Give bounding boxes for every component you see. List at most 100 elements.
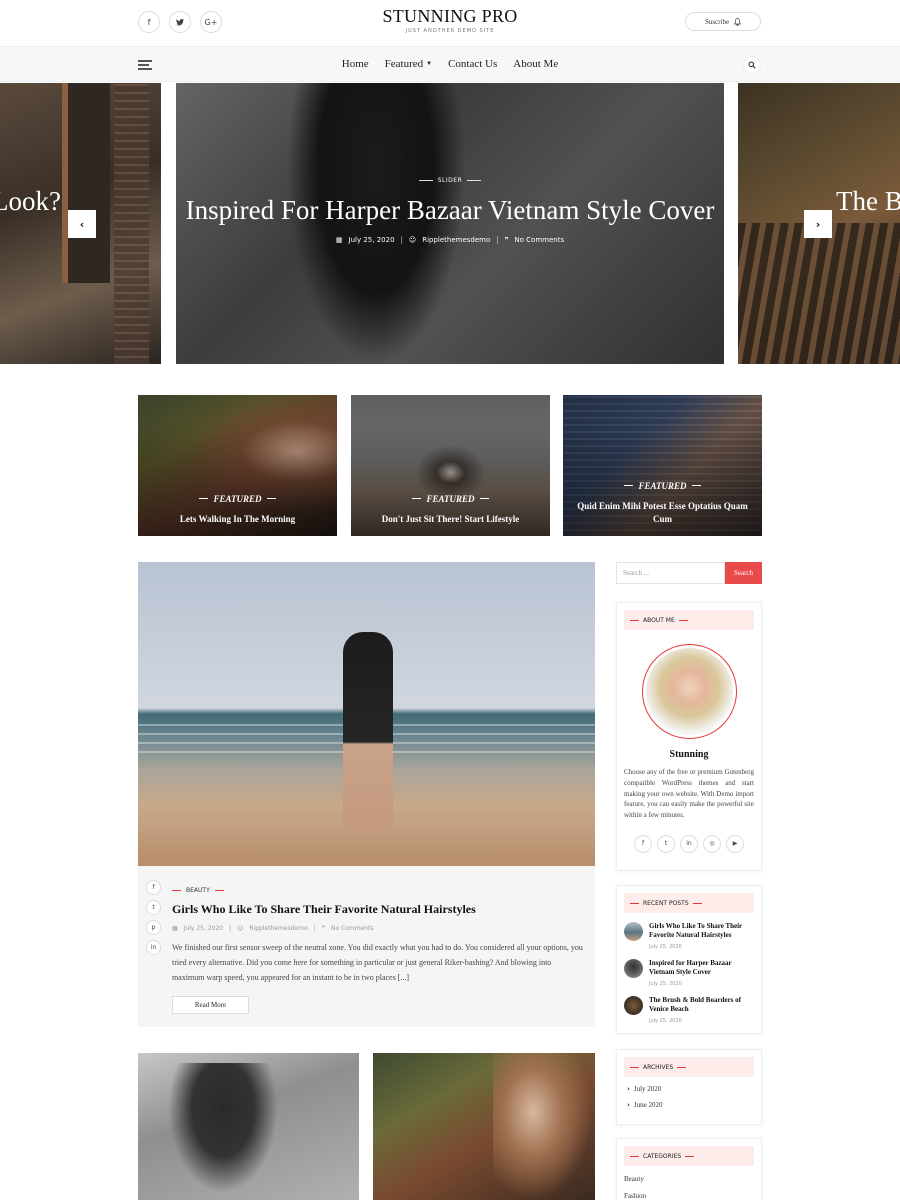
post-comments[interactable]: No Comments (331, 925, 374, 932)
slide-content: SLIDER Inspired For Harper Bazaar Vietna… (176, 168, 724, 244)
comment-icon: ❞ (321, 925, 325, 932)
post-author[interactable]: Ripplethemesdemo (249, 925, 307, 932)
main-navigation: Home Featured ▼ Contact Us About Me (0, 46, 900, 82)
sidebar-search-input[interactable]: Search ... (616, 562, 725, 584)
slide-comments[interactable]: No Comments (514, 236, 564, 244)
slide-category[interactable]: SLIDER (419, 177, 482, 184)
site-branding: STUNNING PRO JUST ANOTHER DEMO SITE (0, 6, 900, 34)
nav-item-about-me[interactable]: About Me (513, 58, 558, 70)
chevron-right-icon: › (815, 217, 821, 231)
subscribe-label: Suscribe (704, 17, 730, 26)
recent-post-title[interactable]: Girls Who Like To Share Their Favorite N… (649, 922, 754, 940)
bell-icon (734, 17, 742, 26)
featured-title[interactable]: Quid Enim Mihi Potest Esse Optatius Quam… (571, 500, 754, 526)
post-grid-card[interactable] (138, 1053, 359, 1200)
read-more-button[interactable]: Read More (172, 996, 249, 1014)
youtube-icon[interactable]: ▶ (726, 834, 744, 853)
recent-post-item[interactable]: Inspired for Harper Bazaar Vietnam Style… (624, 959, 754, 987)
post-featured-image[interactable] (138, 562, 595, 866)
site-title[interactable]: STUNNING PRO (0, 6, 900, 27)
sidebar-search-form: Search ... Search (616, 562, 762, 584)
linkedin-icon[interactable]: in (680, 834, 698, 853)
archive-link[interactable]: › July 2020 (624, 1085, 754, 1093)
featured-card[interactable]: FEATURED Lets Walking In The Morning (138, 395, 337, 536)
calendar-icon: ▦ (172, 925, 178, 932)
post-meta: ▦ July 25, 2020 | ☺ Ripplethemesdemo | ❞… (172, 925, 374, 932)
facebook-icon[interactable]: f (146, 880, 161, 895)
search-toggle-button[interactable] (743, 56, 761, 74)
slide-author[interactable]: Ripplethemesdemo (422, 236, 490, 244)
chevron-right-icon: › (627, 1085, 630, 1093)
featured-title[interactable]: Lets Walking In The Morning (146, 513, 329, 526)
archive-label: June 2020 (633, 1101, 663, 1109)
category-link[interactable]: Fashion (624, 1192, 754, 1200)
chevron-left-icon: ‹ (79, 217, 85, 231)
slider-prev-button[interactable]: ‹ (68, 210, 96, 238)
subscribe-button[interactable]: Suscribe (685, 12, 761, 31)
recent-post-date: July 25, 2020 (649, 1018, 682, 1024)
sidebar: Search ... Search ABOUT ME Stunning Choo… (616, 562, 762, 1200)
twitter-icon[interactable]: t (657, 834, 675, 853)
featured-card[interactable]: FEATURED Don't Just Sit There! Start Lif… (351, 395, 550, 536)
post-title[interactable]: Girls Who Like To Share Their Favorite N… (172, 902, 584, 917)
slide-title[interactable]: Inspired For Harper Bazaar Vietnam Style… (176, 192, 724, 228)
facebook-icon[interactable]: f (634, 834, 652, 853)
post-body: BEAUTY Girls Who Like To Share Their Fav… (172, 878, 584, 1014)
twitter-icon[interactable]: t (146, 900, 161, 915)
recent-posts-widget: RECENT POSTS Girls Who Like To Share The… (616, 885, 762, 1034)
recent-post-item[interactable]: The Brush & Bold Boarders of Venice Beac… (624, 996, 754, 1024)
nav-item-home[interactable]: Home (342, 58, 369, 70)
recent-post-title[interactable]: Inspired for Harper Bazaar Vietnam Style… (649, 959, 754, 977)
recent-post-thumbnail (624, 922, 643, 941)
recent-post-thumbnail (624, 959, 643, 978)
recent-post-date: July 25, 2020 (649, 981, 682, 987)
categories-widget: CATEGORIES Beauty Fashion (616, 1138, 762, 1200)
about-text: Choose any of the free or premium Gutenb… (624, 768, 754, 820)
archive-link[interactable]: › June 2020 (624, 1101, 754, 1109)
about-name: Stunning (669, 749, 709, 760)
widget-title: ABOUT ME (624, 610, 754, 630)
recent-post-title[interactable]: The Brush & Bold Boarders of Venice Beac… (649, 996, 754, 1014)
slide-meta: ▦ July 25, 2020 | ☺ Ripplethemesdemo | ❞… (335, 236, 565, 244)
featured-label: FEATURED (624, 481, 700, 491)
post-share-links: f t p in (146, 880, 161, 955)
pinterest-icon[interactable]: p (146, 920, 161, 935)
widget-title: RECENT POSTS (624, 893, 754, 913)
post-category[interactable]: BEAUTY (172, 887, 224, 894)
post-grid-card[interactable] (373, 1053, 595, 1200)
widget-title: ARCHIVES (624, 1057, 754, 1077)
sidebar-search-button[interactable]: Search (725, 562, 762, 584)
nav-item-featured-label: Featured (384, 58, 424, 70)
widget-title: CATEGORIES (624, 1146, 754, 1166)
featured-label: FEATURED (199, 494, 275, 504)
avatar (641, 644, 737, 739)
main-post: f t p in BEAUTY Girls Who Like To Share … (138, 562, 595, 1027)
instagram-icon[interactable]: ◎ (703, 834, 721, 853)
post-excerpt: We finished our first sensor sweep of th… (172, 943, 583, 982)
slide-date[interactable]: July 25, 2020 (349, 236, 395, 244)
site-header: f G+ STUNNING PRO JUST ANOTHER DEMO SITE… (0, 0, 900, 46)
recent-post-item[interactable]: Girls Who Like To Share Their Favorite N… (624, 922, 754, 950)
nav-item-contact-us[interactable]: Contact Us (448, 58, 497, 70)
slide-next-title: The B (836, 186, 900, 216)
chevron-right-icon: › (627, 1101, 630, 1109)
featured-label: FEATURED (412, 494, 488, 504)
user-icon: ☺ (237, 925, 244, 932)
comment-icon: ❞ (504, 236, 509, 244)
hero-slider: Look? The B SLIDER Inspired For Harper B… (0, 83, 900, 364)
about-social-links: f t in ◎ ▶ (624, 834, 754, 853)
category-link[interactable]: Beauty (624, 1175, 754, 1183)
post-date[interactable]: July 25, 2020 (184, 925, 223, 932)
slider-next-button[interactable]: › (804, 210, 832, 238)
recent-post-thumbnail (624, 996, 643, 1015)
recent-post-date: July 25, 2020 (649, 944, 682, 950)
nav-item-featured[interactable]: Featured ▼ (385, 58, 432, 70)
archives-widget: ARCHIVES › July 2020 › June 2020 (616, 1049, 762, 1125)
featured-card[interactable]: FEATURED Quid Enim Mihi Potest Esse Opta… (563, 395, 762, 536)
slide-previous-title: Look? (0, 186, 61, 216)
archive-label: July 2020 (633, 1085, 662, 1093)
primary-menu: Home Featured ▼ Contact Us About Me (0, 58, 900, 70)
linkedin-icon[interactable]: in (146, 940, 161, 955)
about-me-widget: ABOUT ME Stunning Choose any of the free… (616, 602, 762, 871)
featured-title[interactable]: Don't Just Sit There! Start Lifestyle (359, 513, 542, 526)
